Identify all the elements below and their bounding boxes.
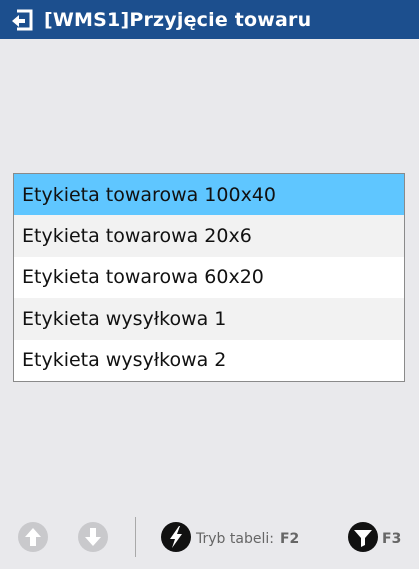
filter-shortcut: F3 [382, 531, 402, 547]
move-down-button[interactable] [77, 521, 109, 557]
label-type-list[interactable]: Etykieta towarowa 100x40 Etykieta towaro… [13, 173, 405, 382]
move-up-button[interactable] [17, 521, 49, 557]
list-item[interactable]: Etykieta wysyłkowa 2 [14, 340, 404, 381]
arrow-down-icon [77, 521, 109, 557]
list-item[interactable]: Etykieta wysyłkowa 1 [14, 298, 404, 340]
list-item[interactable]: Etykieta towarowa 100x40 [14, 174, 404, 216]
filter-button[interactable]: F3 [347, 521, 401, 557]
arrow-up-icon [17, 521, 49, 557]
toolbar-divider [135, 517, 136, 557]
return-arrow-icon[interactable] [10, 7, 36, 33]
table-mode-shortcut: F2 [279, 531, 300, 547]
table-mode-label: Tryb tabeli: [196, 531, 274, 547]
title-bar: [WMS1]Przyjęcie towaru [0, 0, 419, 39]
bottom-toolbar: Tryb tabeli: F2 F3 [0, 512, 419, 560]
list-item[interactable]: Etykieta towarowa 60x20 [14, 257, 404, 298]
lightning-icon [160, 521, 192, 557]
filter-icon [347, 521, 379, 557]
window-title: [WMS1]Przyjęcie towaru [44, 8, 312, 31]
list-item[interactable]: Etykieta towarowa 20x6 [14, 215, 404, 257]
table-mode-button[interactable]: Tryb tabeli: F2 [160, 521, 299, 557]
